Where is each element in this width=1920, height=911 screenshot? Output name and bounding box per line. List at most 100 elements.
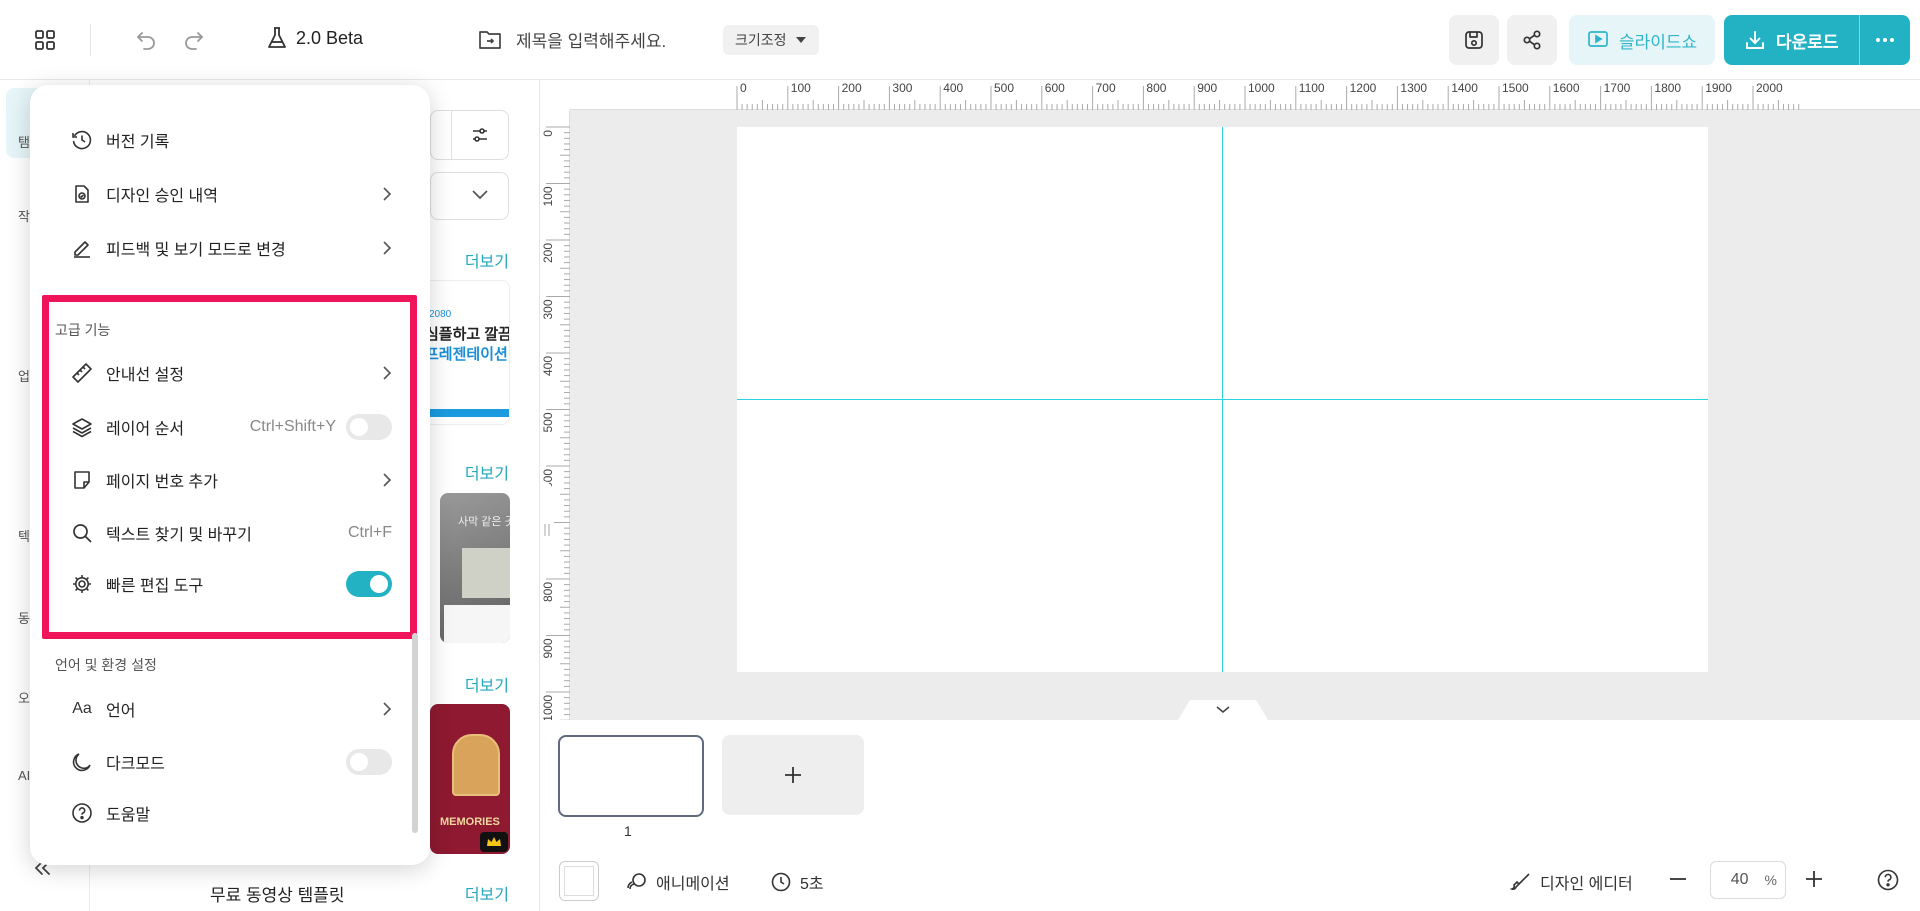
zoom-field[interactable]: 40 % [1710,861,1786,899]
collapse-pages-button[interactable] [1178,700,1268,720]
template-card-memories[interactable]: MEMORIES [430,704,510,854]
zoom-out-button[interactable] [1668,869,1688,889]
filter-box[interactable] [430,110,509,160]
dark-mode-toggle[interactable] [346,749,392,775]
background-color-button[interactable] [559,861,599,901]
panel-resize-handle[interactable] [540,480,554,580]
template-card-presentation[interactable]: 2080 심플하고 깔끔 프레젠테이션 [420,280,510,425]
add-page-button[interactable] [722,735,864,815]
menu-page-number[interactable]: 페이지 번호 추가 [70,463,392,497]
help-button[interactable] [1876,868,1900,892]
zoom-value[interactable]: 40 [1731,871,1749,889]
menu-version-history[interactable]: 버전 기록 [70,123,392,157]
more-link-3[interactable]: 더보기 [465,672,509,696]
share-button[interactable] [1507,15,1557,65]
card-title-line1: 심플하고 깔끔 [425,326,510,343]
language-aa-icon: Aa [72,700,92,717]
undo-icon[interactable] [126,20,166,60]
pen-icon [70,236,94,260]
menu-scrollbar[interactable] [412,633,418,833]
save-button[interactable] [1449,15,1499,65]
flask-icon [266,26,288,50]
layers-icon [70,415,94,439]
ruler-x-label: 1000 [1248,81,1275,95]
menu-design-approval[interactable]: 디자인 승인 내역 [70,177,392,211]
duration-button[interactable]: 5초 [770,870,824,894]
menu-label: 언어 [106,703,136,720]
plus-icon [1804,869,1824,889]
ruler-x-label: 1100 [1299,81,1325,95]
ruler-y-label: 500 [541,412,555,432]
menu-label: 디자인 승인 내역 [106,188,218,205]
more-link-1[interactable]: 더보기 [465,248,509,272]
pages-strip: 1 [540,720,1920,851]
menu-label: 빠른 편집 도구 [106,578,204,595]
ruler-x-label: 500 [994,81,1014,95]
chevron-right-icon [382,701,392,717]
slideshow-label: 슬라이드쇼 [1619,32,1698,52]
share-icon [1521,29,1543,51]
beta-version[interactable]: 2.0 Beta [266,26,363,50]
filter-sliders-icon[interactable] [471,126,489,144]
zoom-in-button[interactable] [1804,869,1824,889]
ruler-y-label: 900 [541,638,555,658]
slideshow-button[interactable]: 슬라이드쇼 [1569,15,1716,65]
menu-dark-mode[interactable]: 다크모드 [70,745,392,779]
help-icon [1876,868,1900,892]
group-prefs-title: 언어 및 환경 설정 [55,657,157,673]
design-page[interactable] [737,127,1708,672]
design-editor-label: 디자인 에디터 [1540,876,1633,893]
resize-label: 크기조정 [735,32,787,48]
menu-layer-order[interactable]: 레이어 순서 Ctrl+Shift+Y [70,410,392,444]
more-options-button[interactable] [1860,15,1910,65]
ruler-x-label: 1900 [1705,81,1732,95]
redo-icon[interactable] [174,20,214,60]
card-photo-text: 사막 같은 곳 [458,516,510,528]
top-bar: 2.0 Beta 제목을 입력해주세요. 크기조정 슬라이드쇼 다운로드 [0,0,1920,80]
ruler-x-label: 700 [1096,81,1116,95]
card-photo-footer [444,605,510,643]
more-link-4[interactable]: 더보기 [465,881,509,905]
caret-down-icon [795,36,807,44]
apps-grid-icon[interactable] [25,20,65,60]
category-dropdown[interactable] [430,172,509,220]
ruler-y-label: 800 [541,582,555,602]
topbar-divider [90,24,91,56]
quick-edit-toggle[interactable] [346,571,392,597]
ruler-y-label: 400 [541,356,555,376]
doc-title-input[interactable]: 제목을 입력해주세요. [516,27,666,52]
template-card-photo[interactable]: 사막 같은 곳 [440,493,510,643]
chevron-right-icon [382,240,392,256]
settings-menu: 버전 기록 디자인 승인 내역 피드백 및 보기 모드로 변경 고급 기능 안내… [30,85,430,865]
bottom-bar: 애니메이션 5초 디자인 에디터 40 % [540,851,1920,911]
layer-order-toggle[interactable] [346,414,392,440]
menu-guide-settings[interactable]: 안내선 설정 [70,356,392,390]
resize-button[interactable]: 크기조정 [723,25,819,55]
ruler-x-label: 800 [1146,81,1166,95]
folder-arrow-icon [478,29,502,51]
download-label: 다운로드 [1776,32,1839,52]
shortcut-label: Ctrl+Shift+Y [249,418,336,435]
ruler-x-label: 1800 [1654,81,1681,95]
more-link-2[interactable]: 더보기 [465,460,509,484]
menu-feedback-mode[interactable]: 피드백 및 보기 모드로 변경 [70,231,392,265]
menu-label: 레이어 순서 [106,421,185,438]
animation-button[interactable]: 애니메이션 [626,870,730,894]
ruler-x-label: 300 [892,81,912,95]
guide-horizontal[interactable] [737,399,1708,400]
design-editor-button[interactable]: 디자인 에디터 [1510,870,1633,894]
menu-quick-edit-tools[interactable]: 빠른 편집 도구 [70,567,392,601]
brush-icon [1510,871,1532,893]
menu-language[interactable]: Aa 언어 [70,692,392,726]
download-button[interactable]: 다운로드 [1724,15,1859,65]
doc-title[interactable]: 제목을 입력해주세요. [478,27,666,52]
ruler-x-label: 100 [791,81,811,95]
menu-label: 버전 기록 [106,134,170,151]
ruler-x-label: 900 [1197,81,1217,95]
menu-find-replace[interactable]: 텍스트 찾기 및 바꾸기 Ctrl+F [70,516,392,550]
menu-help[interactable]: 도움말 [70,796,392,830]
page-thumbnail[interactable] [558,735,704,817]
search-icon [70,521,94,545]
card-photo-image [462,548,510,598]
animation-label: 애니메이션 [656,876,730,893]
